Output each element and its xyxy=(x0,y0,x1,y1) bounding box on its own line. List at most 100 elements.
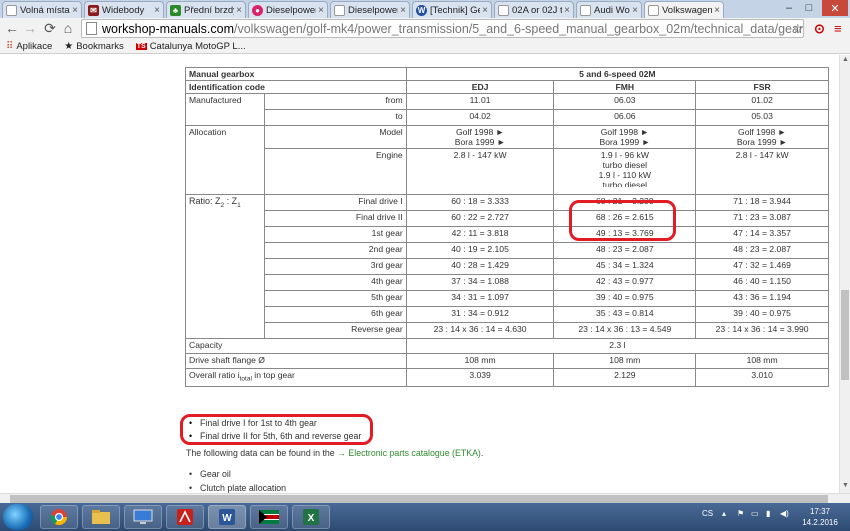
clock-date: 14.2.2016 xyxy=(802,518,838,527)
horizontal-scrollbar[interactable] xyxy=(0,493,850,503)
row-label: Allocation xyxy=(185,125,265,195)
tab-5[interactable]: Dieselpower × xyxy=(330,1,410,18)
word-icon[interactable]: W xyxy=(208,505,246,529)
cell: 1.9 l - 96 kW turbo diesel 1.9 l - 110 k… xyxy=(553,148,697,195)
excel-icon[interactable]: X xyxy=(292,505,330,529)
tray-arrow-icon[interactable]: ▴ xyxy=(722,509,726,518)
scroll-up-icon[interactable]: ▲ xyxy=(841,56,850,66)
ratio-label: Ratio: Z2 : Z1 xyxy=(185,194,265,339)
star-icon[interactable]: ☆ xyxy=(792,21,804,37)
table-row: Manufactured from 11.01 06.03 01.02 xyxy=(185,93,829,126)
cell: 47 : 32 = 1.469 xyxy=(695,258,829,275)
page-icon xyxy=(6,4,17,16)
cell: 06.03 xyxy=(553,93,697,110)
minimize-icon[interactable]: – xyxy=(780,0,798,16)
close-icon[interactable]: × xyxy=(482,5,488,16)
start-button[interactable] xyxy=(3,504,33,530)
vertical-scrollbar[interactable]: ▲ ▼ xyxy=(839,55,850,493)
tab-3[interactable]: ♣ Přední brzdy × xyxy=(166,1,246,18)
cell: 06.06 xyxy=(553,109,697,126)
sub-label: to xyxy=(263,109,407,126)
tab-label: Audi Worksh xyxy=(594,4,630,16)
language-indicator[interactable]: CS xyxy=(702,509,713,518)
menu-icon[interactable]: ≡ xyxy=(834,21,842,36)
tab-7[interactable]: 02A or 02J t × xyxy=(494,1,574,18)
display-tray-icon[interactable]: ▭ xyxy=(751,509,759,518)
tab-label: Widebody xyxy=(102,4,145,16)
close-icon[interactable]: × xyxy=(318,5,324,16)
reload-icon[interactable]: ⟳ xyxy=(42,20,58,36)
close-icon[interactable]: × xyxy=(400,5,406,16)
scroll-thumb[interactable] xyxy=(841,290,849,380)
bookmark-label: Bookmarks xyxy=(76,40,124,52)
cell: 39 : 40 = 0.975 xyxy=(695,306,829,323)
home-icon[interactable]: ⌂ xyxy=(60,20,76,36)
tab-9-active[interactable]: Volkswagen × xyxy=(644,1,724,18)
tab-1[interactable]: Volná místa × xyxy=(2,1,82,18)
etka-link[interactable]: → Electronic parts catalogue (ETKA) xyxy=(337,448,481,458)
volume-icon[interactable]: ◀) xyxy=(780,509,789,518)
network-icon[interactable]: ▮ xyxy=(766,509,770,518)
cell: 48 : 23 = 2.087 xyxy=(553,242,697,259)
flag-tray-icon[interactable]: ⚑ xyxy=(737,509,744,518)
close-icon[interactable]: × xyxy=(72,5,78,16)
close-icon[interactable]: × xyxy=(714,5,720,16)
row-label: Drive shaft flange Ø xyxy=(185,353,407,369)
table-row: 2nd gear 40 : 19 = 2.105 48 : 23 = 2.087… xyxy=(186,242,829,259)
tab-8[interactable]: Audi Worksh × xyxy=(576,1,642,18)
clock[interactable]: 17:37 14.2.2016 xyxy=(795,506,845,528)
code-edj: EDJ xyxy=(405,80,555,94)
extension-icon[interactable]: ⊙ xyxy=(814,21,825,37)
cell: 23 : 14 x 36 : 14 = 3.990 xyxy=(695,322,829,339)
row-label: Capacity xyxy=(185,338,407,354)
close-icon[interactable]: × xyxy=(154,5,160,16)
row-label: Manufactured xyxy=(185,93,265,126)
maximize-icon[interactable]: □ xyxy=(800,0,818,16)
cell: Golf 1998 ► Bora 1999 ► xyxy=(695,125,829,149)
cell: 40 : 28 = 1.429 xyxy=(405,258,555,275)
forward-icon[interactable]: → xyxy=(22,20,38,36)
back-icon[interactable]: ← xyxy=(4,20,20,36)
tab-strip: Volná místa × ✉ Widebody × ♣ Přední brzd… xyxy=(0,0,850,18)
chrome-icon[interactable] xyxy=(40,505,78,529)
tab-2[interactable]: ✉ Widebody × xyxy=(84,1,164,18)
table-header-right: 5 and 6-speed 02M xyxy=(405,67,830,81)
acrobat-icon[interactable] xyxy=(166,505,204,529)
tab-label: Volkswagen xyxy=(662,4,713,16)
table-row: Capacity 2.3 l xyxy=(185,338,830,354)
close-icon[interactable]: × xyxy=(564,5,570,16)
list-item: Gear oil xyxy=(187,467,286,481)
bookmark-apps[interactable]: ⠿ Aplikace xyxy=(6,41,52,52)
close-icon[interactable]: × xyxy=(236,5,242,16)
table-row: 1st gear 42 : 11 = 3.818 49 : 13 = 3.769… xyxy=(186,226,829,243)
bookmark-bookmarks[interactable]: ★ Bookmarks xyxy=(64,41,123,52)
page-icon xyxy=(580,4,591,16)
table-row: Allocation Model Golf 1998 ► Bora 1999 ► … xyxy=(185,125,829,195)
etka-sentence: The following data can be found in the →… xyxy=(186,448,484,458)
table-row: Reverse gear 23 : 14 x 36 : 14 = 4.630 2… xyxy=(186,322,829,339)
close-window-icon[interactable]: ✕ xyxy=(822,0,848,16)
address-bar[interactable]: workshop-manuals.com/volkswagen/golf-mk4… xyxy=(81,19,804,38)
scroll-down-icon[interactable]: ▼ xyxy=(841,482,850,492)
cell: 48 : 23 = 2.087 xyxy=(695,242,829,259)
display-icon[interactable] xyxy=(124,505,162,529)
sub-label: Engine xyxy=(263,148,407,195)
tab-4[interactable]: ● Dieselpower × xyxy=(248,1,328,18)
vw-icon: W xyxy=(416,4,427,16)
list-item: Clutch plate allocation xyxy=(187,481,286,493)
bookmark-motogp[interactable]: TS Catalunya MotoGP L... xyxy=(135,41,246,52)
explorer-icon[interactable] xyxy=(82,505,120,529)
page-info-icon[interactable] xyxy=(86,22,97,35)
close-icon[interactable]: × xyxy=(632,5,638,16)
sub-label: 3rd gear xyxy=(263,258,407,275)
tab-label: Dieselpower xyxy=(348,4,399,16)
code-fmh: FMH xyxy=(553,80,697,94)
scroll-thumb[interactable] xyxy=(10,495,828,503)
flag-icon[interactable] xyxy=(250,505,288,529)
table-row: Manual gearbox 5 and 6-speed 02M xyxy=(185,67,830,81)
tab-6[interactable]: W [Technik] Ge × xyxy=(412,1,492,18)
cell: 23 : 14 x 36 : 14 = 4.630 xyxy=(405,322,555,339)
table-row: 6th gear 31 : 34 = 0.912 35 : 43 = 0.814… xyxy=(186,306,829,323)
cell: 3.010 xyxy=(695,368,829,387)
url-path: /volkswagen/golf-mk4/power_transmission/… xyxy=(234,21,804,36)
